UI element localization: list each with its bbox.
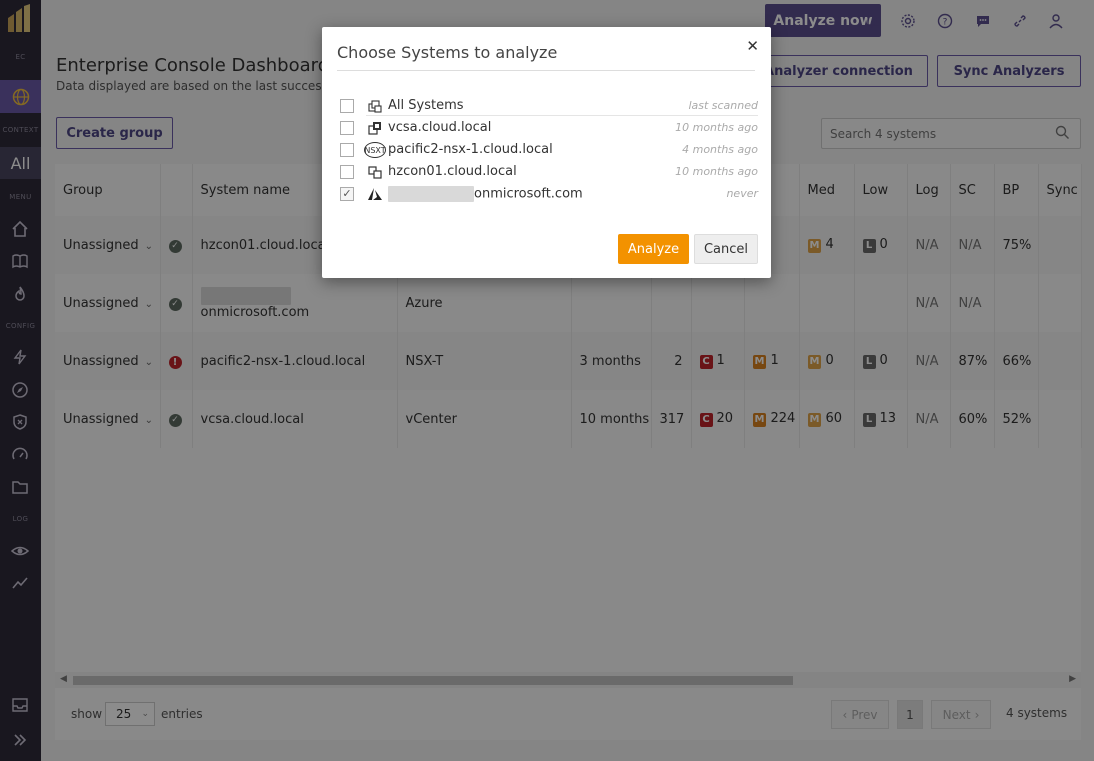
all-systems-icon bbox=[366, 97, 384, 115]
system-option-row[interactable]: ✓ onmicrosoft.com never bbox=[340, 183, 758, 205]
system-option-name: onmicrosoft.com bbox=[474, 186, 583, 202]
last-scanned-header: last scanned bbox=[688, 99, 758, 112]
nsxt-icon: NSXT bbox=[364, 142, 386, 158]
system-option-name: hzcon01.cloud.local bbox=[388, 164, 517, 179]
divider bbox=[366, 115, 758, 116]
vcenter-icon bbox=[366, 119, 384, 137]
system-checkbox-checked[interactable]: ✓ bbox=[340, 187, 354, 201]
analyze-button[interactable]: Analyze bbox=[618, 234, 689, 264]
system-option-row[interactable]: vcsa.cloud.local 10 months ago bbox=[340, 117, 758, 139]
all-systems-checkbox[interactable] bbox=[340, 99, 354, 113]
horizon-icon bbox=[366, 163, 384, 181]
redacted-text bbox=[388, 186, 474, 202]
system-option-time: 10 months ago bbox=[675, 121, 758, 134]
system-checkbox[interactable] bbox=[340, 121, 354, 135]
dialog-title: Choose Systems to analyze bbox=[337, 43, 558, 62]
system-option-time: 4 months ago bbox=[682, 143, 758, 156]
azure-icon bbox=[366, 185, 384, 203]
system-option-row[interactable]: NSXT pacific2-nsx-1.cloud.local 4 months… bbox=[340, 139, 758, 161]
system-checkbox[interactable] bbox=[340, 165, 354, 179]
system-checkbox[interactable] bbox=[340, 143, 354, 157]
divider bbox=[337, 70, 755, 71]
close-icon[interactable]: ✕ bbox=[746, 37, 759, 55]
system-option-name: vcsa.cloud.local bbox=[388, 120, 492, 135]
cancel-button[interactable]: Cancel bbox=[694, 234, 758, 264]
system-option-name: pacific2-nsx-1.cloud.local bbox=[388, 142, 553, 157]
all-systems-label: All Systems bbox=[388, 98, 464, 113]
system-option-name-cell: onmicrosoft.com bbox=[388, 186, 583, 202]
choose-systems-dialog: Choose Systems to analyze ✕ All Systems … bbox=[322, 27, 771, 278]
system-option-row[interactable]: hzcon01.cloud.local 10 months ago bbox=[340, 161, 758, 183]
all-systems-row[interactable]: All Systems last scanned bbox=[340, 95, 758, 117]
system-option-time: 10 months ago bbox=[675, 165, 758, 178]
system-option-time: never bbox=[726, 187, 758, 200]
